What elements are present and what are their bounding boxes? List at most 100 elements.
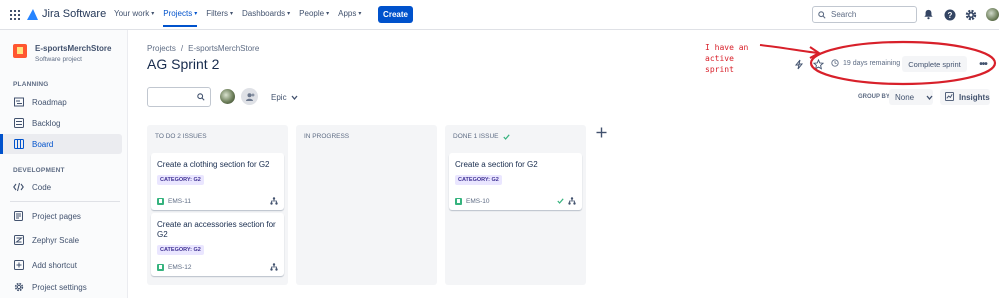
chevron-down-icon: [291, 93, 298, 102]
jira-logo[interactable]: Jira Software: [27, 8, 106, 20]
issue-meta: [270, 197, 278, 205]
nav-label: Filters: [206, 9, 228, 18]
sidebar-item-project-settings[interactable]: Project settings: [0, 277, 122, 297]
checkmark-icon: [502, 133, 510, 140]
flash-icon[interactable]: [793, 58, 805, 70]
issue-meta: [557, 197, 576, 205]
subtask-hierarchy-icon: [270, 197, 278, 205]
search-box[interactable]: [812, 6, 917, 23]
project-header[interactable]: E-sportsMerchStore Software project: [13, 44, 111, 63]
story-icon: [157, 197, 164, 205]
sidebar-item-board[interactable]: Board: [0, 134, 122, 154]
column-title: IN PROGRESS: [304, 133, 350, 140]
sidebar-item-label: Roadmap: [32, 97, 67, 107]
group-by-value: None: [895, 92, 915, 102]
nav-apps[interactable]: Apps ▾: [338, 9, 361, 18]
project-type: Software project: [35, 56, 82, 63]
top-navigation: Jira Software Your work ▾ Projects ▾ Filte…: [0, 0, 999, 30]
product-name: Jira Software: [42, 8, 107, 20]
jira-logo-icon: [27, 8, 38, 20]
sidebar-item-label: Zephyr Scale: [32, 235, 80, 245]
nav-label: Your work: [114, 9, 150, 18]
nav-dashboards[interactable]: Dashboards ▾: [242, 9, 290, 18]
plus-icon: [596, 127, 606, 137]
add-people-button[interactable]: [241, 88, 258, 105]
breadcrumb: Projects / E-sportsMerchStore: [147, 44, 259, 53]
chevron-down-icon: ▾: [151, 11, 155, 17]
board-column-in-progress: IN PROGRESS: [296, 125, 437, 285]
nav-label: People: [299, 9, 325, 18]
issue-key[interactable]: EMS-11: [168, 198, 191, 205]
chevron-down-icon: ▾: [287, 11, 291, 17]
issue-card[interactable]: Create a section for G2 CATEGORY: G2 EMS…: [449, 153, 582, 210]
issue-label: CATEGORY: G2: [455, 175, 502, 185]
more-actions-button[interactable]: •••: [974, 56, 992, 72]
project-name: E-sportsMerchStore: [35, 44, 112, 53]
complete-sprint-button[interactable]: Complete sprint: [902, 56, 967, 72]
epic-filter-label: Epic: [271, 93, 287, 102]
board-column-done: DONE 1 ISSUE Create a section for G2 CAT…: [445, 125, 586, 285]
breadcrumb-project[interactable]: E-sportsMerchStore: [188, 44, 259, 53]
done-check-icon: [557, 198, 564, 204]
story-icon: [157, 263, 164, 271]
sidebar-item-code[interactable]: Code: [0, 177, 122, 197]
clock-icon: [831, 59, 839, 67]
notifications-icon[interactable]: [922, 8, 935, 21]
chevron-down-icon: ▾: [358, 11, 362, 17]
create-button[interactable]: Create: [378, 6, 413, 23]
planning-header: PLANNING: [13, 81, 49, 88]
board-search-field[interactable]: [147, 87, 211, 107]
epic-filter-dropdown[interactable]: Epic: [271, 93, 298, 102]
group-by-label: GROUP BY: [858, 94, 890, 100]
nav-your-work[interactable]: Your work ▾: [114, 9, 154, 18]
sidebar-item-label: Add shortcut: [32, 260, 77, 270]
column-title: DONE 1 ISSUE: [453, 133, 499, 140]
chevron-down-icon: ▾: [194, 11, 198, 17]
board-column-todo: TO DO 2 ISSUES Create a clothing section…: [147, 125, 288, 285]
issue-title: Create a clothing section for G2: [157, 160, 270, 169]
insights-icon: [945, 91, 954, 103]
sidebar-item-project-pages[interactable]: Project pages: [0, 206, 122, 226]
user-avatar[interactable]: [986, 8, 999, 21]
issue-card[interactable]: Create an accessories section for G2 CAT…: [151, 213, 284, 276]
sidebar-item-add-shortcut[interactable]: Add shortcut: [0, 255, 122, 275]
settings-icon: [13, 282, 24, 293]
column-header: TO DO 2 ISSUES: [155, 133, 207, 140]
nav-filters[interactable]: Filters ▾: [206, 9, 233, 18]
days-remaining: 19 days remaining: [843, 59, 901, 67]
svg-text:?: ?: [947, 11, 952, 20]
board-icon: [13, 139, 24, 150]
column-header: IN PROGRESS: [304, 133, 349, 140]
sidebar-item-backlog[interactable]: Backlog: [0, 113, 122, 133]
issue-key[interactable]: EMS-12: [168, 264, 191, 271]
sidebar-item-label: Project settings: [32, 282, 87, 292]
backlog-icon: [13, 118, 24, 129]
sidebar-item-roadmap[interactable]: Roadmap: [0, 92, 122, 112]
sidebar-item-zephyr-scale[interactable]: Zephyr Scale: [0, 230, 122, 250]
nav-label: Projects: [163, 9, 193, 18]
insights-button[interactable]: Insights: [940, 89, 990, 105]
issue-card[interactable]: Create a clothing section for G2 CATEGOR…: [151, 153, 284, 210]
search-input[interactable]: [831, 10, 911, 19]
nav-people[interactable]: People ▾: [299, 9, 329, 18]
issue-footer: EMS-11: [157, 197, 278, 205]
annotation-note: I have an active sprint: [705, 42, 765, 75]
breadcrumb-projects[interactable]: Projects: [147, 44, 176, 53]
column-title: TO DO 2 ISSUES: [155, 133, 207, 140]
star-icon[interactable]: [812, 58, 824, 70]
code-icon: [13, 182, 24, 193]
help-icon[interactable]: ?: [943, 8, 956, 21]
app-switcher-icon[interactable]: [10, 10, 20, 20]
add-column-button[interactable]: [594, 125, 608, 139]
board-search-input[interactable]: [152, 91, 192, 103]
issue-label: CATEGORY: G2: [157, 245, 204, 255]
search-icon: [818, 10, 826, 19]
group-by-dropdown[interactable]: None: [889, 89, 933, 105]
annotation-line: I have an: [705, 43, 749, 52]
nav-projects[interactable]: Projects ▾: [163, 9, 198, 27]
issue-key[interactable]: EMS-10: [466, 198, 489, 205]
project-avatar-icon: [13, 44, 27, 58]
assignee-avatar-filter[interactable]: [219, 88, 236, 105]
settings-icon[interactable]: [964, 8, 977, 21]
issue-footer: EMS-10: [455, 197, 576, 205]
